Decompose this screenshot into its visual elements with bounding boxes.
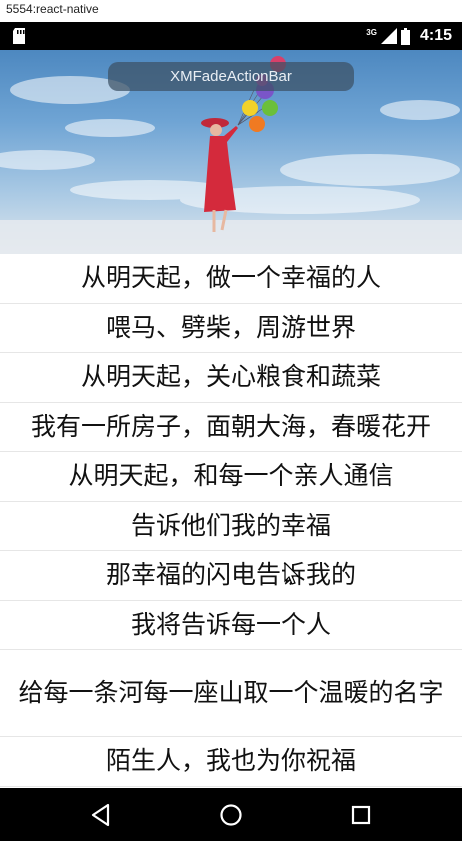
sd-card-icon: [13, 28, 25, 44]
recents-icon[interactable]: [348, 802, 374, 828]
signal-icon: [380, 28, 397, 44]
poem-list[interactable]: 从明天起，做一个幸福的人 喂马、劈柴，周游世界 从明天起，关心粮食和蔬菜 我有一…: [0, 254, 462, 787]
clock: 4:15: [419, 27, 452, 44]
list-item[interactable]: 陌生人，我也为你祝福: [0, 737, 462, 787]
list-item[interactable]: 我将告诉每一个人: [0, 601, 462, 650]
list-item[interactable]: 从明天起，和每一个亲人通信: [0, 452, 462, 502]
list-item[interactable]: 那幸福的闪电告诉我的: [0, 551, 462, 601]
home-icon[interactable]: [218, 802, 244, 828]
back-icon[interactable]: [88, 802, 114, 828]
list-item[interactable]: 给每一条河每一座山取一个温暖的名字: [0, 650, 462, 737]
window-title: 5554:react-native: [0, 0, 462, 22]
navigation-bar: [0, 788, 462, 841]
list-item[interactable]: 喂马、劈柴，周游世界: [0, 304, 462, 353]
network-type-label: 3G: [366, 27, 377, 37]
status-bar: 3G 4:15: [0, 22, 462, 50]
fade-action-bar: XMFadeActionBar: [108, 62, 354, 91]
list-item[interactable]: 从明天起，关心粮食和蔬菜: [0, 353, 462, 403]
list-item[interactable]: 我有一所房子，面朝大海，春暖花开: [0, 403, 462, 452]
list-item[interactable]: 告诉他们我的幸福: [0, 502, 462, 551]
mouse-cursor-icon: [284, 562, 300, 585]
battery-icon: [400, 27, 410, 45]
list-item[interactable]: 从明天起，做一个幸福的人: [0, 254, 462, 304]
